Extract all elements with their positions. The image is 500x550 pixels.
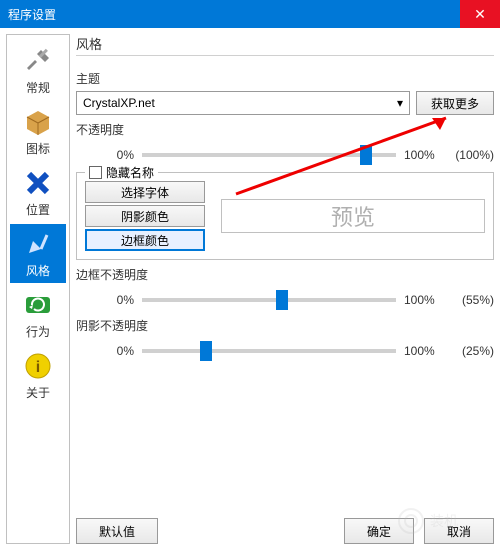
window-title: 程序设置	[8, 6, 56, 23]
slider-thumb[interactable]	[360, 145, 372, 165]
slider-thumb[interactable]	[200, 341, 212, 361]
slider-track[interactable]	[142, 298, 396, 302]
preview-box: 预览	[221, 199, 485, 233]
slider-track[interactable]	[142, 349, 396, 353]
chevron-down-icon: ▾	[397, 96, 403, 110]
choose-font-button[interactable]: 选择字体	[85, 181, 205, 203]
titlebar: 程序设置 ✕	[0, 0, 500, 28]
hidename-group: 隐藏名称 选择字体 阴影颜色 边框颜色 预览	[76, 172, 494, 260]
slider-min-label: 0%	[106, 148, 134, 162]
slider-thumb[interactable]	[276, 290, 288, 310]
theme-label: 主题	[76, 70, 494, 87]
shadow-opacity-slider[interactable]: 0% 100% (25%)	[106, 344, 494, 358]
border-opacity-slider[interactable]: 0% 100% (55%)	[106, 293, 494, 307]
slider-max-label: 100%	[404, 293, 444, 307]
default-button[interactable]: 默认值	[76, 518, 158, 544]
slider-track[interactable]	[142, 153, 396, 157]
close-button[interactable]: ✕	[460, 0, 500, 28]
slider-value: (25%)	[444, 344, 494, 358]
sidebar-item-icons[interactable]: 图标	[10, 102, 66, 161]
slider-min-label: 0%	[106, 293, 134, 307]
slider-min-label: 0%	[106, 344, 134, 358]
svg-text:i: i	[36, 359, 40, 376]
tools-icon	[22, 45, 54, 77]
border-color-button[interactable]: 边框颜色	[85, 229, 205, 251]
pen-icon	[22, 228, 54, 260]
sidebar-item-label: 常规	[26, 79, 50, 96]
main-panel: 风格 主题 CrystalXP.net ▾ 获取更多 不透明度 0% 100% …	[76, 34, 494, 544]
sidebar-item-behavior[interactable]: 行为	[10, 285, 66, 344]
info-icon: i	[22, 350, 54, 382]
slider-max-label: 100%	[404, 344, 444, 358]
sidebar-item-position[interactable]: 位置	[10, 163, 66, 222]
sidebar-item-label: 行为	[26, 323, 50, 340]
sidebar-item-label: 位置	[26, 201, 50, 218]
svg-text:装机: 装机	[430, 513, 458, 529]
position-icon	[22, 167, 54, 199]
opacity-slider[interactable]: 0% 100% (100%)	[106, 148, 494, 162]
shadow-opacity-label: 阴影不透明度	[76, 317, 494, 334]
theme-select[interactable]: CrystalXP.net ▾	[76, 91, 410, 115]
hidename-checkbox[interactable]	[89, 166, 102, 179]
refresh-icon	[22, 289, 54, 321]
border-opacity-label: 边框不透明度	[76, 266, 494, 283]
opacity-label: 不透明度	[76, 121, 494, 138]
hidename-legend-label: 隐藏名称	[106, 164, 154, 181]
box-icon	[22, 106, 54, 138]
sidebar-item-label: 风格	[26, 262, 50, 279]
divider	[76, 55, 494, 56]
close-icon: ✕	[474, 6, 486, 23]
sidebar-item-general[interactable]: 常规	[10, 41, 66, 100]
sidebar: 常规 图标 位置 风格 行为 i	[6, 34, 70, 544]
theme-value: CrystalXP.net	[83, 96, 155, 110]
section-title: 风格	[76, 34, 494, 53]
slider-max-label: 100%	[404, 148, 444, 162]
sidebar-item-style[interactable]: 风格	[10, 224, 66, 283]
shadow-color-button[interactable]: 阴影颜色	[85, 205, 205, 227]
sidebar-item-label: 关于	[26, 384, 50, 401]
get-more-button[interactable]: 获取更多	[416, 91, 494, 115]
sidebar-item-about[interactable]: i 关于	[10, 346, 66, 405]
slider-value: (100%)	[444, 148, 494, 162]
sidebar-item-label: 图标	[26, 140, 50, 157]
slider-value: (55%)	[444, 293, 494, 307]
watermark-icon: 装机	[396, 506, 486, 536]
